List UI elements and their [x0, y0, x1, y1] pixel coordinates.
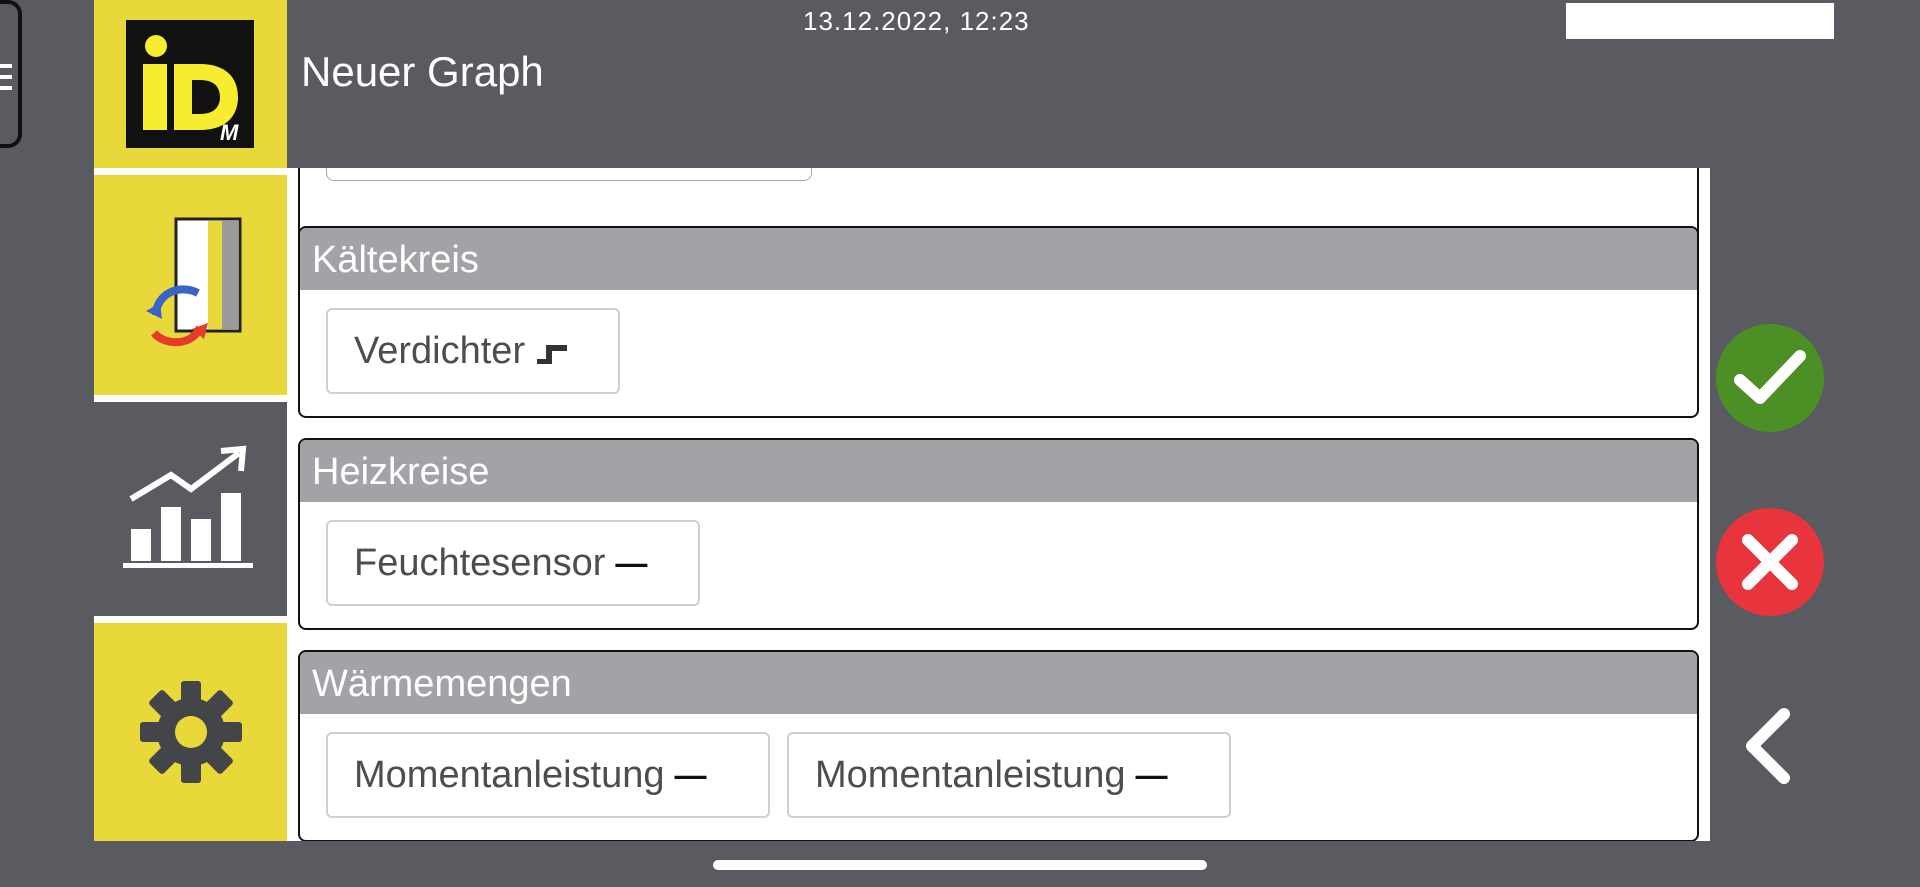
- idm-logo: M: [126, 20, 254, 148]
- page-title: Neuer Graph: [301, 48, 544, 95]
- sidebar: M: [94, 0, 287, 841]
- chart-trend-icon: [122, 445, 253, 568]
- status-field: [1566, 3, 1834, 39]
- cancel-button[interactable]: [1716, 508, 1824, 616]
- menu-drawer-handle[interactable]: [0, 0, 22, 148]
- signal-label: Feuchtesensor: [354, 542, 606, 584]
- line-signal-icon: —: [674, 757, 707, 793]
- svg-text:M: M: [220, 120, 239, 145]
- confirm-button[interactable]: [1716, 324, 1824, 432]
- signal-button-momentanleistung-2[interactable]: Momentanleistung —: [787, 732, 1231, 818]
- check-icon: [1734, 350, 1806, 404]
- sidebar-item-settings[interactable]: [94, 623, 287, 841]
- signal-label: Momentanleistung: [354, 754, 665, 796]
- back-button[interactable]: [1740, 706, 1800, 786]
- hamburger-icon: [0, 64, 12, 97]
- home-indicator[interactable]: [713, 860, 1207, 870]
- sidebar-item-graph[interactable]: [94, 402, 287, 616]
- line-signal-icon: —: [1135, 757, 1168, 793]
- line-signal-icon: —: [615, 545, 648, 581]
- chevron-left-icon: [1746, 708, 1790, 784]
- header: 13.12.2022, 12:23 Neuer Graph: [287, 0, 1834, 168]
- sidebar-item-heat-pump[interactable]: [94, 175, 287, 395]
- section-title: Heizkreise: [300, 440, 1697, 502]
- close-icon: [1742, 534, 1798, 590]
- section-waermemengen: Wärmemengen Momentanleistung — Momentanl…: [298, 650, 1699, 841]
- gear-icon: [139, 681, 242, 783]
- heat-pump-icon: [145, 217, 241, 347]
- signal-button-verdichter[interactable]: Verdichter: [326, 308, 620, 394]
- content-area: Kältekreis Verdichter Heizkreise Feuchte…: [287, 168, 1710, 841]
- step-signal-icon: [537, 345, 568, 364]
- section-kaeltekreis: Kältekreis Verdichter: [298, 226, 1699, 418]
- section-heizkreise: Heizkreise Feuchtesensor —: [298, 438, 1699, 630]
- logo-tile: M: [94, 0, 287, 168]
- section-title: Wärmemengen: [300, 652, 1697, 714]
- sidebar-divider: [94, 616, 287, 623]
- sidebar-divider: [94, 395, 287, 402]
- signal-button-momentanleistung-1[interactable]: Momentanleistung —: [326, 732, 770, 818]
- section-title: Kältekreis: [300, 228, 1697, 290]
- sidebar-divider: [94, 168, 287, 175]
- signal-button-feuchtesensor[interactable]: Feuchtesensor —: [326, 520, 700, 606]
- signal-label: Momentanleistung: [815, 754, 1126, 796]
- list-item[interactable]: [326, 168, 812, 181]
- datetime: 13.12.2022, 12:23: [803, 6, 1030, 36]
- signal-label: Verdichter: [354, 330, 526, 372]
